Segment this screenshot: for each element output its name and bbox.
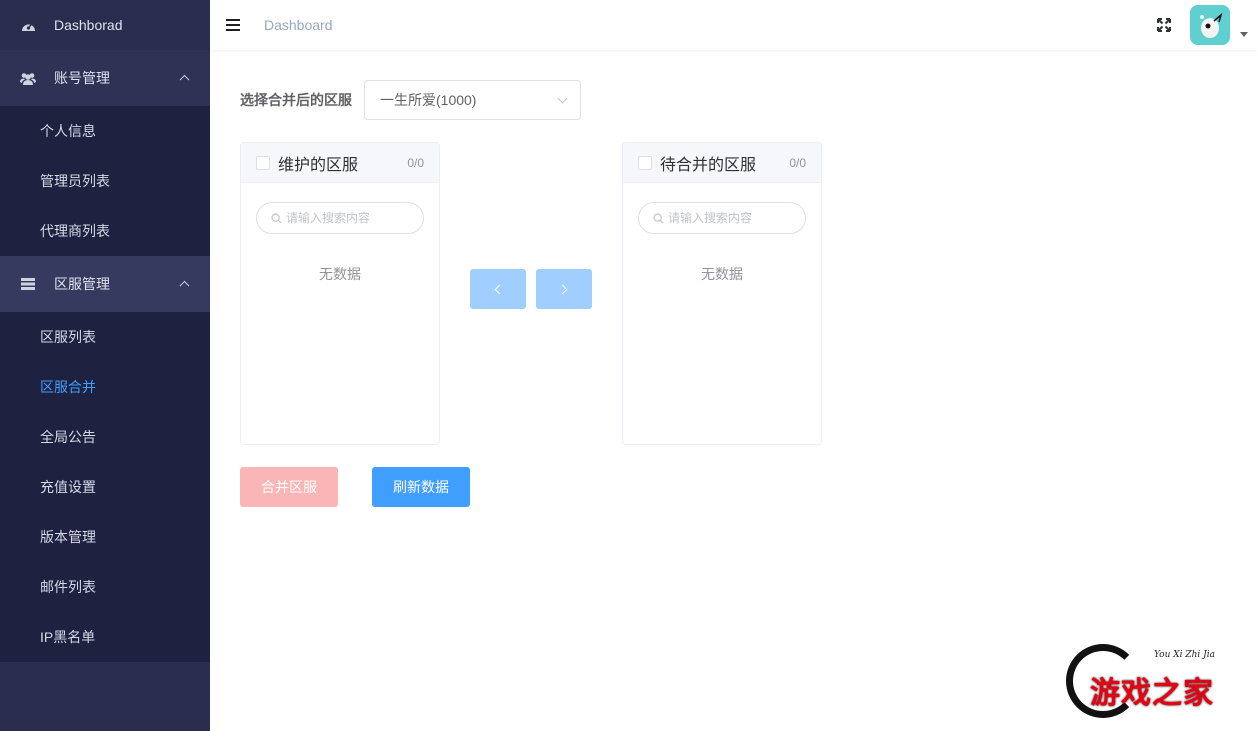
chevron-up-icon	[179, 280, 190, 291]
sidebar-item-mail-list[interactable]: 邮件列表	[0, 562, 210, 612]
select-all-checkbox[interactable]	[638, 155, 652, 170]
transfer-panel-count: 0/0	[407, 155, 424, 170]
sidebar-item-profile[interactable]: 个人信息	[0, 106, 210, 156]
select-all-checkbox[interactable]	[256, 155, 270, 170]
chevron-left-icon	[494, 284, 505, 294]
sidebar-item-label: 个人信息	[40, 123, 96, 139]
transfer-panel-title: 维护的区服	[278, 156, 359, 174]
sidebar-item-version-management[interactable]: 版本管理	[0, 512, 210, 562]
transfer-panel-header: 维护的区服 0/0	[241, 143, 439, 183]
transfer-search-right[interactable]	[638, 202, 806, 234]
search-icon	[653, 212, 664, 223]
chevron-up-icon	[179, 74, 190, 85]
sidebar-group-account[interactable]: 账号管理	[0, 50, 210, 106]
sidebar-item-label: IP黑名单	[40, 629, 96, 645]
sidebar: Dashborad 账号管理 个人信息 管理员列表 代理商列表 区服管理 区服列…	[0, 0, 210, 731]
transfer-panel-left: 维护的区服 0/0 无数据	[240, 142, 440, 445]
sidebar-item-recharge-settings[interactable]: 充值设置	[0, 462, 210, 512]
merge-target-select[interactable]: 一生所爱(1000)	[364, 80, 581, 120]
main-content: 选择合并后的区服 一生所爱(1000) 维护的区服 0/0 无数据 待合并的区服…	[210, 50, 1258, 731]
sidebar-item-label: 管理员列表	[40, 173, 110, 189]
breadcrumb[interactable]: Dashboard	[264, 17, 333, 33]
empty-text: 无数据	[319, 266, 361, 282]
sidebar-item-admin-list[interactable]: 管理员列表	[0, 156, 210, 206]
caret-down-icon[interactable]	[1240, 32, 1248, 37]
transfer-search-input[interactable]	[668, 211, 798, 225]
sidebar-item-dashboard[interactable]: Dashborad	[0, 0, 210, 50]
server-icon	[20, 277, 36, 291]
logo-script-text: You Xi Zhi Jia	[1154, 650, 1216, 660]
hamburger-icon[interactable]	[226, 19, 240, 31]
sidebar-group-server[interactable]: 区服管理	[0, 256, 210, 312]
transfer-panel-header: 待合并的区服 0/0	[623, 143, 821, 183]
transfer-search-input[interactable]	[286, 211, 416, 225]
sidebar-sublist-account: 个人信息 管理员列表 代理商列表	[0, 106, 210, 256]
sidebar-item-label: 全局公告	[40, 429, 96, 445]
sidebar-item-label: Dashborad	[54, 17, 123, 33]
sidebar-item-label: 邮件列表	[40, 579, 96, 595]
chevron-down-icon	[557, 93, 568, 104]
sidebar-item-global-notice[interactable]: 全局公告	[0, 412, 210, 462]
sidebar-item-label: 代理商列表	[40, 223, 110, 239]
transfer-panel-count: 0/0	[789, 155, 806, 170]
sidebar-item-label: 区服合并	[40, 379, 96, 395]
sidebar-item-label: 版本管理	[40, 529, 96, 545]
transfer-panel-title: 待合并的区服	[660, 156, 757, 174]
transfer-search-left[interactable]	[256, 202, 424, 234]
search-icon	[271, 212, 282, 223]
refresh-data-button[interactable]: 刷新数据	[372, 467, 470, 507]
watermark-logo: You Xi Zhi Jia 游戏之家	[1062, 640, 1248, 722]
merge-target-row: 选择合并后的区服 一生所爱(1000)	[240, 80, 581, 120]
sidebar-item-ip-blacklist[interactable]: IP黑名单	[0, 612, 210, 662]
sidebar-group-label: 区服管理	[54, 276, 110, 292]
navbar: Dashboard	[210, 0, 1258, 50]
merge-servers-button[interactable]: 合并区服	[240, 467, 338, 507]
sidebar-item-label: 区服列表	[40, 329, 96, 345]
move-right-button[interactable]	[536, 269, 592, 309]
logo-text: 游戏之家	[1090, 677, 1214, 710]
move-left-button[interactable]	[470, 269, 526, 309]
sidebar-group-label: 账号管理	[54, 70, 110, 86]
sidebar-sublist-server: 区服列表 区服合并 全局公告 充值设置 版本管理 邮件列表 IP黑名单	[0, 312, 210, 662]
sidebar-footer	[0, 662, 210, 702]
sidebar-item-server-merge[interactable]: 区服合并	[0, 362, 210, 412]
merge-target-label: 选择合并后的区服	[240, 92, 352, 108]
sidebar-item-agent-list[interactable]: 代理商列表	[0, 206, 210, 256]
select-value: 一生所爱(1000)	[380, 92, 477, 108]
chevron-right-icon	[557, 284, 568, 294]
fullscreen-icon[interactable]	[1156, 17, 1172, 33]
users-icon	[20, 71, 36, 85]
avatar[interactable]	[1190, 5, 1230, 45]
dashboard-icon	[20, 18, 36, 32]
transfer-panel-right: 待合并的区服 0/0 无数据	[622, 142, 822, 445]
sidebar-item-label: 充值设置	[40, 479, 96, 495]
empty-text: 无数据	[701, 266, 743, 282]
sidebar-item-server-list[interactable]: 区服列表	[0, 312, 210, 362]
